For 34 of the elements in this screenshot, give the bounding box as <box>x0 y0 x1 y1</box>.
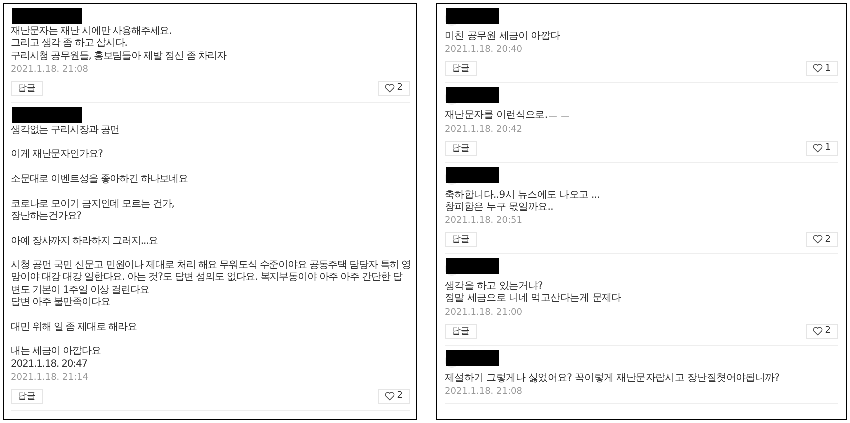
heart-icon <box>813 64 824 74</box>
like-button[interactable]: 2 <box>806 324 838 339</box>
heart-icon <box>385 392 396 401</box>
redaction-bar <box>12 106 82 123</box>
comment-text: 재난문자는 재난 시에만 사용해주세요. 그리고 생각 좀 하고 삽시다. 구리시청 공무원들, 홍보팀들아 제발 정신 좀 차리자 <box>11 26 228 63</box>
reply-button[interactable]: 답글 <box>445 324 477 339</box>
like-button[interactable]: 2 <box>378 388 410 404</box>
like-button[interactable]: 1 <box>806 140 838 156</box>
reply-button[interactable]: 답글 <box>11 388 43 404</box>
heart-icon <box>385 84 396 93</box>
comment-text: 미친 공무원 세금이 아깝다 <box>445 31 562 44</box>
comment-date: 2021.1.18. 21:00 <box>445 308 524 318</box>
comment-date: 2021.1.18. 21:08 <box>11 64 90 75</box>
comment-date: 2021.1.18. 20:40 <box>445 45 524 56</box>
heart-icon <box>813 144 824 153</box>
comment-date: 2021.1.18. 20:51 <box>445 216 524 226</box>
reply-button[interactable]: 답글 <box>11 80 43 96</box>
redaction-bar <box>12 8 82 24</box>
like-button[interactable]: 2 <box>806 232 838 248</box>
like-button[interactable]: 1 <box>806 61 838 76</box>
reply-button[interactable]: 답글 <box>445 232 477 248</box>
comment-text: 생각없는 구리시장과 공먼 이게 재난문자인가요? 소문대로 이벤트성을 좋아하긴 하나보네요 코로나로 모이기 금지인데 모르는 건가, 장난하는건가요? 아예 장사까지 하라하지 그러지...요 시청 공먼 국민 신문고 민원이나 제대로 처리 해요 무워도식 수준이야요 공동주택 담당자 특히 영 망이야 대강 대강 일한다요. 아는 것?도 답변 성의도 없다요. 복지부동이야 아주 아주 간단한 답 변도 기본이 1주일 이상 걸린다요 답변 아주 불만족이다요 대민 위해 일 좀 제대로 해라요 내는 세금이 아깝다요 2021.1.18. 20:47 <box>11 124 410 371</box>
comment-date: 2021.1.18. 21:08 <box>445 387 524 398</box>
comment-text: 제설하기 그렇게나 싫었어요? 꼭이렇게 재난문자랍시고 장난질쳣어야됩니까? <box>445 372 781 386</box>
comment-text: 재난문자를 이런식으로.ㅡ ㅡ <box>445 110 572 123</box>
like-button[interactable]: 2 <box>378 80 410 96</box>
reply-button[interactable]: 답글 <box>445 140 477 156</box>
comment-text: 생각을 하고 있는거냐? 정말 세금으로 니네 먹고산다는게 문제다 <box>445 281 622 306</box>
comment-text: 축하합니다..9시 뉴스에도 나오고 ... 창피함은 누구 몫일까요.. <box>445 190 602 214</box>
comment-date: 2021.1.18. 20:42 <box>445 124 524 135</box>
reply-button[interactable]: 답글 <box>445 61 477 76</box>
heart-icon <box>813 326 824 336</box>
heart-icon <box>813 235 824 244</box>
comment-date: 2021.1.18. 21:14 <box>11 372 90 383</box>
